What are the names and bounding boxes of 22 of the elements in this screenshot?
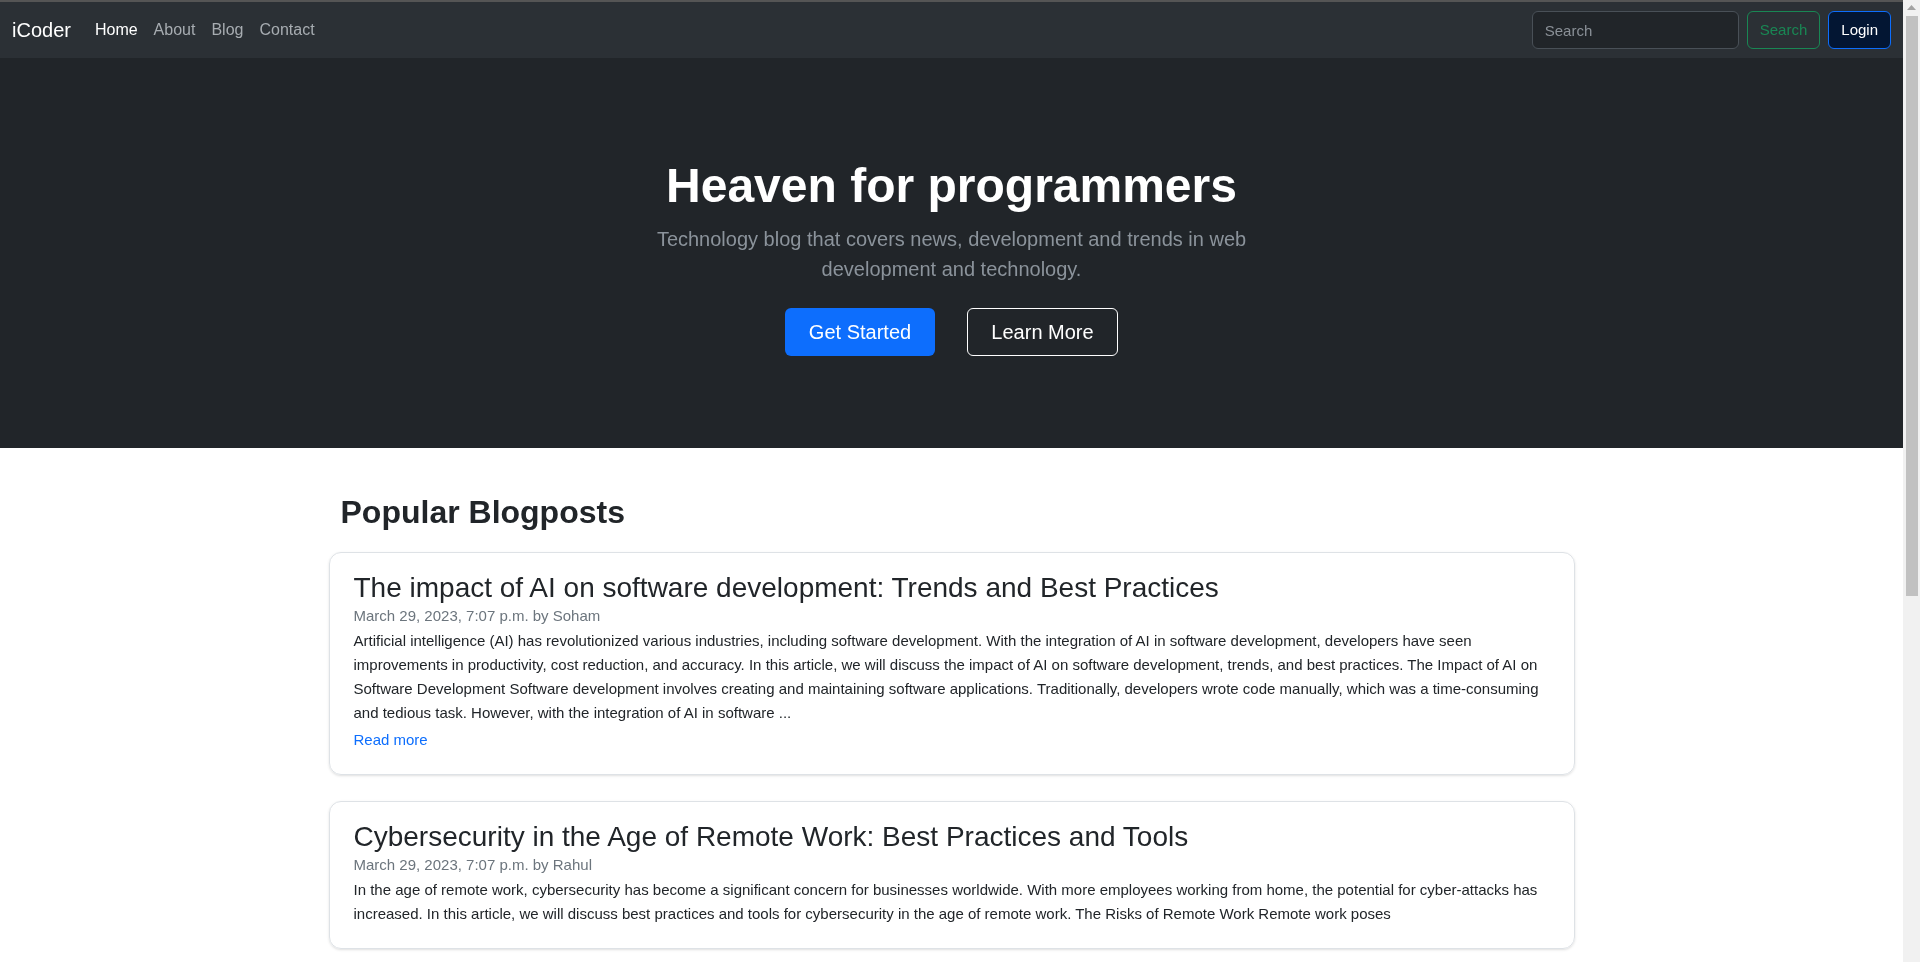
post-excerpt: Artificial intelligence (AI) has revolutionized various industries, including software development. With the integration of AI in software development, developers have seen improvements in productivity, cost reduction, and accuracy. In this article, we will discuss the impact of AI on software development, trends, and best practices. The Impact of AI on Software Development Software development involves creating and maintaining software applications. Traditionally, developers wrote code manually, which was a time-consuming and tedious task. However, with the integration of AI in software ... xyxy=(353,631,1540,723)
scrollbar[interactable] xyxy=(1903,0,1920,962)
brand-logo[interactable]: iCoder xyxy=(12,15,71,45)
hero-subtitle: Technology blog that covers news, development and trends in web development and technology. xyxy=(655,227,1248,282)
nav-link[interactable]: Blog xyxy=(211,18,244,42)
post-meta: March 29, 2023, 7:07 p.m. by Rahul xyxy=(353,855,593,875)
post-meta: March 29, 2023, 7:07 p.m. by Soham xyxy=(353,606,602,626)
scroll-up-icon[interactable] xyxy=(1907,5,1916,10)
search-field[interactable]: Search xyxy=(1531,11,1739,49)
hero-title: Heaven for programmers xyxy=(666,158,1237,214)
get-started-button[interactable]: Get Started xyxy=(785,308,935,356)
scrollbar-thumb[interactable] xyxy=(1905,16,1918,596)
post-excerpt: In the age of remote work, cybersecurity has become a significant concern for businesses worldwide. With more employees working from home, the potential for cyber-attacks has increased. In this article, we will discuss best practices and tools for cybersecurity in the age of remote work. The Risks of Remote Work Remote work poses xyxy=(353,880,1539,924)
read-more-link[interactable]: Read more xyxy=(353,729,428,752)
nav-link[interactable]: Contact xyxy=(259,18,315,42)
post-title: Cybersecurity in the Age of Remote Work: Best Practices and Tools xyxy=(353,820,1190,854)
learn-more-button[interactable]: Learn More xyxy=(967,308,1118,356)
login-button[interactable]: Login xyxy=(1828,11,1891,49)
section-title: Popular Blogposts xyxy=(340,493,626,532)
nav-link[interactable]: Home xyxy=(94,18,138,42)
post-title: The impact of AI on software development: Trends and Best Practices xyxy=(353,571,1220,605)
nav-link[interactable]: About xyxy=(153,18,196,42)
